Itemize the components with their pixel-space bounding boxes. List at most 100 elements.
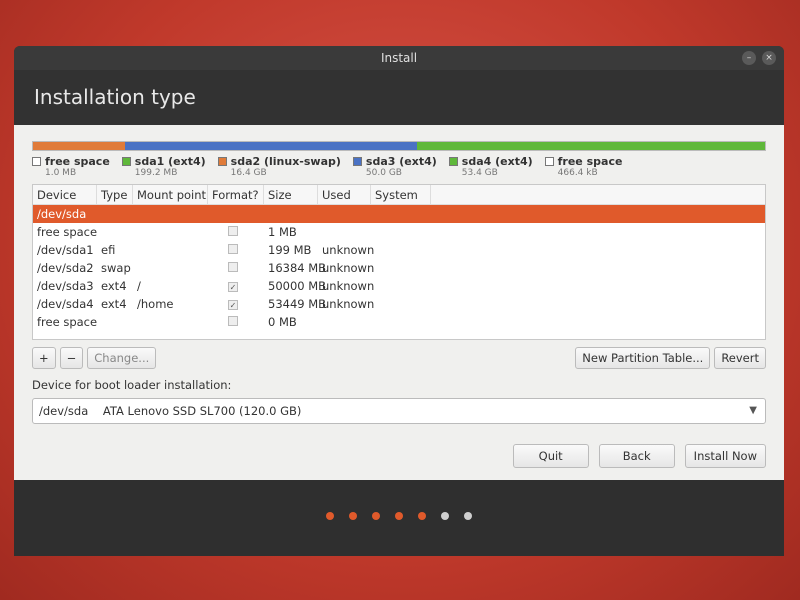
change-partition-button[interactable]: Change... [87, 347, 157, 369]
column-header[interactable]: Type [97, 185, 133, 204]
format-checkbox[interactable] [228, 262, 238, 272]
minimize-icon[interactable]: – [742, 51, 756, 65]
partition-legend: free space 1.0 MB sda1 (ext4) 199.2 MB sda2 … [32, 155, 766, 178]
close-icon[interactable]: × [762, 51, 776, 65]
bootloader-label: Device for boot loader installation: [32, 378, 232, 392]
legend-label: free space [557, 155, 623, 168]
partition-table: Device Type Mount point Format? Size Used Syst… [32, 184, 766, 340]
table-row[interactable]: /dev/sda1 efi 199 MB unknown [33, 241, 765, 259]
cell-device: /dev/sda1 [37, 243, 94, 257]
revert-button[interactable]: Revert [714, 347, 766, 369]
format-checkbox-cell [208, 225, 264, 239]
window-title: Install [380, 51, 418, 65]
cell-size: 1 MB [268, 225, 297, 239]
progress-dot [326, 512, 334, 520]
progress-dot [464, 512, 472, 520]
remove-partition-button[interactable]: − [59, 347, 84, 369]
cell-type: ext4 [101, 279, 127, 293]
legend-label: sda1 (ext4) [134, 155, 206, 168]
legend-swatch [544, 157, 554, 166]
legend-item: free space 466.4 kB [544, 155, 623, 178]
cell-device: /dev/sda4 [37, 297, 94, 311]
legend-label: sda2 (linux-swap) [230, 155, 341, 168]
cell-size: 16384 MB [268, 261, 327, 275]
progress-dot [372, 512, 380, 520]
partition-toolbar: + − Change... New Partition Table... Rev… [32, 346, 766, 370]
legend-swatch [121, 157, 131, 166]
legend-swatch [448, 157, 458, 166]
progress-dots [14, 512, 784, 520]
legend-item: sda3 (ext4) 50.0 GB [352, 155, 437, 178]
page-title: Installation type [14, 70, 784, 125]
format-checkbox-cell [208, 243, 264, 257]
cell-size: 50000 MB [268, 279, 327, 293]
format-checkbox-cell [208, 315, 264, 329]
column-header[interactable]: Size [264, 185, 318, 204]
partition-segment [33, 142, 125, 150]
column-header[interactable]: System [371, 185, 431, 204]
table-row[interactable]: /dev/sda4 ext4/home ✓ 53449 MB unknown [33, 295, 765, 313]
legend-label: sda3 (ext4) [365, 155, 437, 168]
bootloader-device: /dev/sda [39, 404, 89, 418]
cell-device: /dev/sda2 [37, 261, 94, 275]
progress-dot [441, 512, 449, 520]
format-checkbox[interactable]: ✓ [228, 300, 238, 310]
legend-swatch [352, 157, 362, 166]
legend-size: 50.0 GB [365, 168, 402, 178]
cell-device: free space [37, 225, 98, 239]
quit-button[interactable]: Quit [512, 444, 589, 468]
cell-used: unknown [322, 261, 375, 275]
legend-label: sda4 (ext4) [461, 155, 533, 168]
cell-device: /dev/sda [37, 207, 87, 221]
title-bar: Install – × [14, 46, 784, 70]
add-partition-button[interactable]: + [32, 347, 56, 369]
cell-used: unknown [322, 279, 375, 293]
cell-size: 0 MB [268, 315, 297, 329]
cell-used: unknown [322, 297, 375, 311]
bootloader-description: ATA Lenovo SSD SL700 (120.0 GB) [102, 404, 302, 418]
cell-type: ext4 [101, 297, 127, 311]
legend-item: sda4 (ext4) 53.4 GB [448, 155, 533, 178]
legend-size: 53.4 GB [461, 168, 498, 178]
bootloader-select[interactable]: /dev/sda ATA Lenovo SSD SL700 (120.0 GB)… [32, 398, 766, 424]
legend-item: free space 1.0 MB [32, 155, 110, 178]
cell-mount: /home [137, 297, 174, 311]
format-checkbox[interactable] [228, 226, 238, 236]
back-button[interactable]: Back [598, 444, 675, 468]
cell-size: 53449 MB [268, 297, 327, 311]
legend-item: sda1 (ext4) 199.2 MB [121, 155, 206, 178]
table-header: Device Type Mount point Format? Size Used Syst… [33, 185, 765, 205]
format-checkbox[interactable]: ✓ [228, 282, 238, 292]
chevron-down-icon: ▼ [749, 405, 757, 416]
table-row[interactable]: /dev/sda3 ext4 / ✓ 50000 MB unknown [33, 277, 765, 295]
cell-device: /dev/sda3 [37, 279, 94, 293]
progress-dot [395, 512, 403, 520]
cell-size: 199 MB [268, 243, 312, 257]
column-header[interactable]: Used [318, 185, 371, 204]
table-row[interactable]: /dev/sda [33, 205, 765, 223]
content-panel: free space 1.0 MB sda1 (ext4) 199.2 MB sda2 … [14, 125, 784, 480]
column-header[interactable]: Mount point [133, 185, 208, 204]
installer-window: Install – × Installation type free space… [14, 46, 784, 556]
legend-label: free space [45, 155, 110, 168]
legend-size: 466.4 kB [557, 168, 598, 178]
partition-segment [417, 142, 765, 150]
progress-dot [349, 512, 357, 520]
partition-bar [32, 141, 766, 151]
format-checkbox[interactable] [228, 244, 238, 254]
legend-size: 199.2 MB [134, 168, 178, 178]
table-row[interactable]: /dev/sda2 swap 16384 MB unknown [33, 259, 765, 277]
cell-device: free space [37, 315, 98, 329]
column-header[interactable]: Device [33, 185, 97, 204]
format-checkbox[interactable] [228, 316, 238, 326]
legend-size: 16.4 GB [230, 168, 267, 178]
legend-swatch [32, 157, 41, 166]
column-header[interactable]: Format? [208, 185, 264, 204]
install-now-button[interactable]: Install Now [684, 444, 766, 468]
table-row[interactable]: free space 1 MB [33, 223, 765, 241]
format-checkbox-cell [208, 261, 264, 275]
action-buttons: Quit Back Install Now [512, 444, 766, 468]
new-partition-table-button[interactable]: New Partition Table... [575, 347, 711, 369]
format-checkbox-cell: ✓ [208, 279, 264, 293]
table-row[interactable]: free space 0 MB [33, 313, 765, 331]
